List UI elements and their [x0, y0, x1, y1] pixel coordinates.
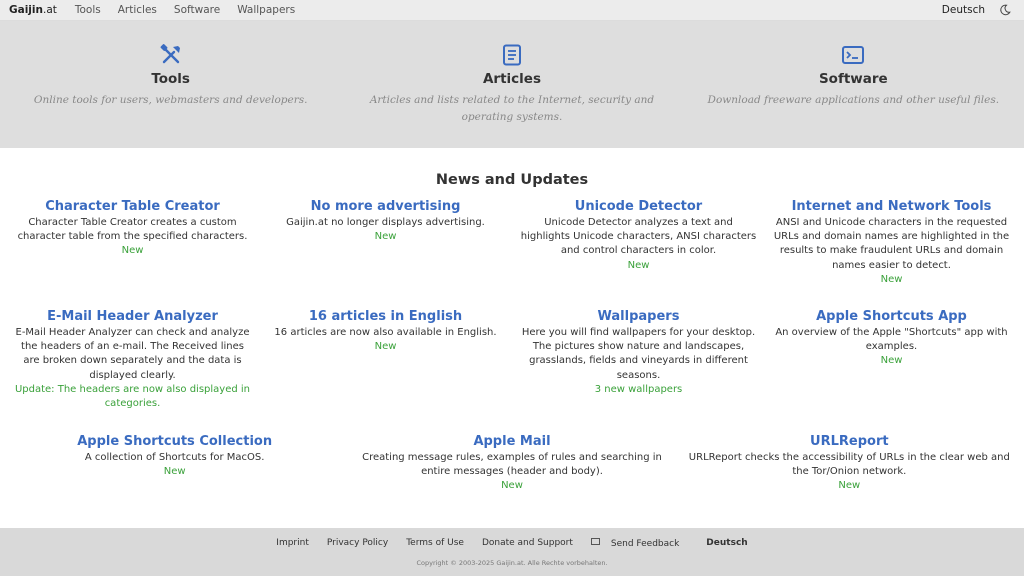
news-item-title[interactable]: 16 articles in English	[266, 309, 505, 324]
news-item-title[interactable]: Internet and Network Tools	[772, 199, 1011, 214]
news-item-title[interactable]: Wallpapers	[519, 309, 758, 324]
news-item-title[interactable]: Apple Mail	[350, 434, 673, 449]
footer-link-imprint[interactable]: Imprint	[276, 538, 309, 549]
news-item: Unicode Detector Unicode Detector analyz…	[512, 199, 765, 309]
news-item-title[interactable]: URLReport	[688, 434, 1011, 449]
news-item-title[interactable]: Unicode Detector	[519, 199, 758, 214]
news-item-title[interactable]: Apple Shortcuts App	[772, 309, 1011, 324]
hero-text: Online tools for users, webmasters and d…	[33, 94, 308, 106]
footer-link-language[interactable]: Deutsch	[706, 538, 747, 549]
nav-link-wallpapers[interactable]: Wallpapers	[237, 4, 295, 16]
mail-icon	[590, 538, 600, 545]
language-switch[interactable]: Deutsch	[942, 4, 985, 16]
news-item-title[interactable]: Character Table Creator	[13, 199, 252, 214]
site-logo[interactable]: Gaijin.at	[9, 4, 57, 16]
terminal-icon	[842, 46, 865, 64]
news-item-title[interactable]: E-Mail Header Analyzer	[13, 309, 252, 324]
news-item-desc: 16 articles are now also available in En…	[274, 327, 497, 338]
footer-links: Imprint Privacy Policy Terms of Use Dona…	[0, 538, 1024, 549]
news-item-title[interactable]: Apple Shortcuts Collection	[13, 434, 336, 449]
news-item: Apple Shortcuts Collection A collection …	[6, 434, 343, 494]
news-item: Apple Mail Creating message rules, examp…	[343, 434, 680, 494]
news-item: Wallpapers Here you will find wallpapers…	[512, 309, 765, 434]
news-item: Internet and Network Tools ANSI and Unic…	[765, 199, 1018, 309]
news-item-status: New	[838, 480, 861, 492]
footer: Imprint Privacy Policy Terms of Use Dona…	[0, 528, 1024, 576]
hero-articles[interactable]: Articles Articles and lists related to t…	[341, 43, 682, 148]
news-item-status: New	[121, 245, 144, 257]
news-item-desc: E-Mail Header Analyzer can check and ana…	[15, 327, 250, 381]
nav-link-software[interactable]: Software	[174, 4, 220, 16]
hero-software[interactable]: Software Download freeware applications …	[683, 43, 1024, 148]
article-icon	[502, 44, 521, 66]
news-item-desc: Unicode Detector analyzes a text and hig…	[520, 217, 757, 257]
news-item-status: New	[501, 480, 523, 492]
news-item-status: New	[627, 259, 650, 271]
nav-link-articles[interactable]: Articles	[118, 4, 157, 16]
news-item-status: New	[163, 466, 186, 478]
footer-link-privacy[interactable]: Privacy Policy	[327, 538, 388, 549]
news-item-status: New	[374, 231, 397, 243]
news-item: Character Table Creator Character Table …	[6, 199, 259, 309]
copyright: Copyright © 2003-2025 Gaijin.at. Alle Re…	[416, 559, 608, 567]
news-row: Apple Shortcuts Collection A collection …	[0, 434, 1024, 494]
news-item-status: New	[880, 355, 903, 367]
news-item-desc: A collection of Shortcuts for MacOS.	[84, 452, 265, 463]
moon-icon[interactable]	[999, 4, 1011, 16]
news-item-status: New	[374, 341, 397, 353]
footer-link-donate[interactable]: Donate and Support	[482, 538, 573, 549]
news-heading: News and Updates	[435, 172, 589, 188]
news-row: E-Mail Header Analyzer E-Mail Header Ana…	[0, 309, 1024, 434]
nav-link-tools[interactable]: Tools	[75, 4, 101, 16]
news-item-desc: Character Table Creator creates a custom…	[17, 217, 248, 243]
hero-title: Software	[818, 71, 888, 87]
news-item-desc: Here you will find wallpapers for your d…	[521, 327, 756, 381]
news-item-status: New	[880, 273, 903, 285]
news-item-status: 3 new wallpapers	[594, 383, 683, 395]
hero-text: Download freeware applications and other…	[707, 94, 1000, 106]
news-item-status: Update: The headers are now also display…	[14, 383, 251, 410]
news-item: E-Mail Header Analyzer E-Mail Header Ana…	[6, 309, 259, 434]
news-item-desc: ANSI and Unicode characters in the reque…	[773, 217, 1010, 271]
hero-title: Tools	[151, 71, 190, 87]
news-item-desc: Gaijin.at no longer displays advertising…	[286, 217, 485, 228]
hero-title: Articles	[482, 71, 541, 87]
hero-tools[interactable]: Tools Online tools for users, webmasters…	[0, 43, 341, 148]
hero-text: Articles and lists related to the Intern…	[369, 94, 655, 123]
news-item: 16 articles in English 16 articles are n…	[259, 309, 512, 434]
news-item: No more advertising Gaijin.at no longer …	[259, 199, 512, 309]
news-item-desc: URLReport checks the accessibility of UR…	[688, 452, 1010, 478]
footer-link-feedback[interactable]: Send Feedback	[590, 538, 688, 549]
tools-icon	[160, 44, 180, 64]
news-item-title[interactable]: No more advertising	[266, 199, 505, 214]
news-item-desc: Creating message rules, examples of rule…	[362, 452, 662, 478]
news-row: Character Table Creator Character Table …	[0, 199, 1024, 309]
footer-link-terms[interactable]: Terms of Use	[406, 538, 464, 549]
hero-section: Tools Online tools for users, webmasters…	[0, 21, 1024, 148]
news-item: URLReport URLReport checks the accessibi…	[681, 434, 1018, 494]
news-item: Apple Shortcuts App An overview of the A…	[765, 309, 1018, 434]
top-navbar: Gaijin.at Tools Articles Software Wallpa…	[0, 0, 1024, 21]
news-item-desc: An overview of the Apple "Shortcuts" app…	[775, 327, 1008, 353]
